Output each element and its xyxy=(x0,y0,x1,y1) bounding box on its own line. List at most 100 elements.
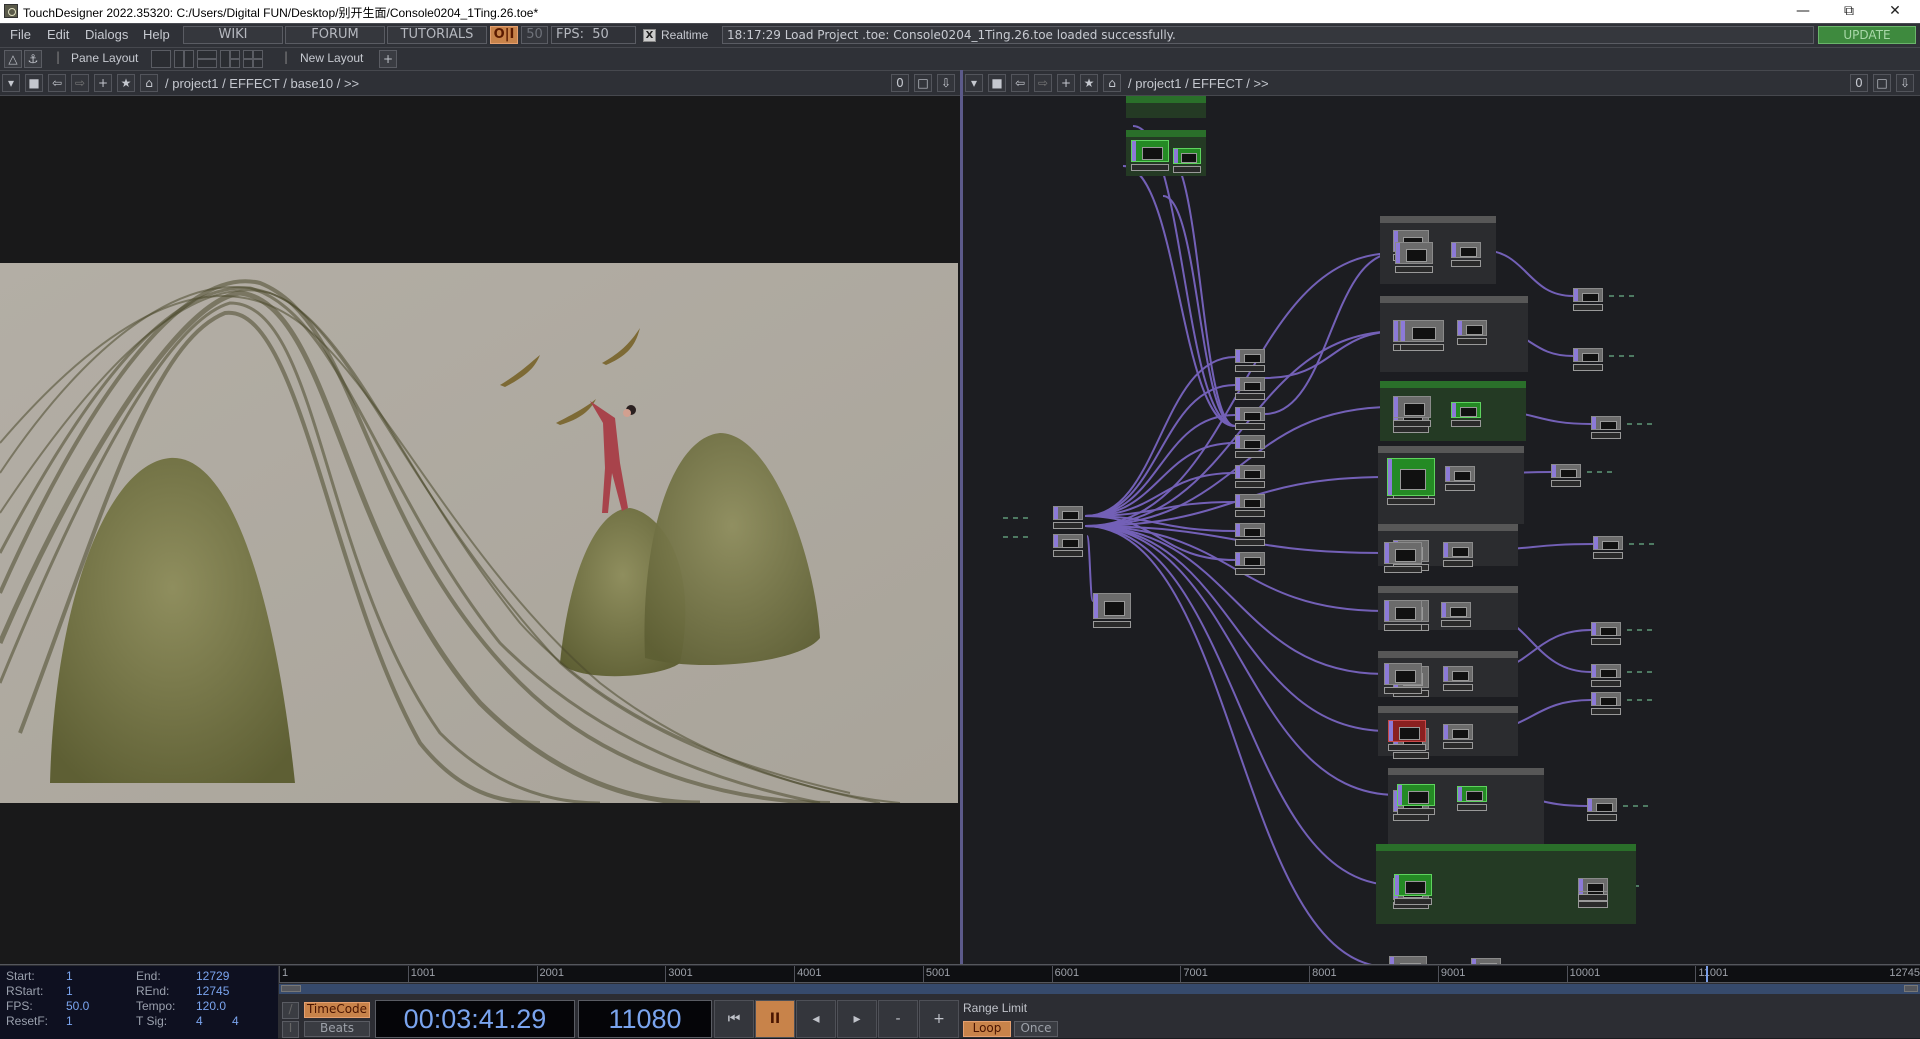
operator-node[interactable] xyxy=(1591,416,1621,440)
node-body[interactable] xyxy=(1053,534,1083,548)
rstart-value[interactable]: 1 xyxy=(66,984,73,998)
forum-link[interactable]: FORUM xyxy=(285,26,385,44)
operator-node[interactable] xyxy=(1551,464,1581,488)
node-label[interactable] xyxy=(1400,344,1444,351)
step-forward-button[interactable]: ▸ xyxy=(837,1000,877,1038)
node-label[interactable] xyxy=(1443,560,1473,567)
operator-node[interactable] xyxy=(1443,724,1473,750)
operator-node[interactable] xyxy=(1445,466,1475,492)
layout-single[interactable] xyxy=(151,50,171,68)
operator-node[interactable] xyxy=(1384,542,1422,574)
node-label[interactable] xyxy=(1443,684,1473,691)
node-label[interactable] xyxy=(1235,539,1265,546)
node-label[interactable] xyxy=(1573,364,1603,371)
node-input-connector[interactable] xyxy=(1401,321,1405,341)
node-label[interactable] xyxy=(1441,620,1471,627)
node-body[interactable] xyxy=(1384,600,1422,622)
node-label[interactable] xyxy=(1578,894,1608,901)
node-label[interactable] xyxy=(1393,420,1431,427)
node-body[interactable] xyxy=(1443,666,1473,682)
node-input-connector[interactable] xyxy=(1054,535,1058,547)
node-label[interactable] xyxy=(1235,568,1265,575)
node-label[interactable] xyxy=(1093,621,1131,628)
node-input-connector[interactable] xyxy=(1385,664,1389,684)
node-input-connector[interactable] xyxy=(1592,623,1596,635)
node-label[interactable] xyxy=(1591,680,1621,687)
fps-value[interactable]: 50.0 xyxy=(66,999,89,1013)
node-input-connector[interactable] xyxy=(1444,667,1448,681)
node-body[interactable] xyxy=(1384,663,1422,685)
node-body[interactable] xyxy=(1451,402,1481,418)
node-input-connector[interactable] xyxy=(1592,693,1596,705)
node-input-connector[interactable] xyxy=(1552,465,1556,477)
node-body[interactable] xyxy=(1573,348,1603,362)
node-input-connector[interactable] xyxy=(1588,799,1592,811)
operator-node[interactable] xyxy=(1235,349,1265,373)
node-label[interactable] xyxy=(1384,624,1422,631)
layout-split-horizontal[interactable] xyxy=(197,50,217,68)
node-input-connector[interactable] xyxy=(1594,537,1598,549)
node-label[interactable] xyxy=(1395,266,1433,273)
update-button[interactable]: UPDATE xyxy=(1818,26,1916,44)
operator-node[interactable] xyxy=(1443,666,1473,692)
menu-down-icon[interactable]: ▾ xyxy=(2,74,20,92)
node-body[interactable] xyxy=(1173,148,1201,164)
node-body[interactable] xyxy=(1395,242,1433,264)
menu-help[interactable]: Help xyxy=(143,27,170,42)
operator-node[interactable] xyxy=(1235,494,1265,518)
node-body[interactable] xyxy=(1457,320,1487,336)
layout-quad[interactable] xyxy=(243,50,263,68)
operator-node[interactable] xyxy=(1451,242,1481,268)
operator-node[interactable] xyxy=(1573,288,1603,312)
node-input-connector[interactable] xyxy=(1452,243,1456,257)
node-label[interactable] xyxy=(1457,804,1487,811)
node-input-connector[interactable] xyxy=(1385,601,1389,621)
node-input-connector[interactable] xyxy=(1458,787,1462,801)
rewind-button[interactable]: ⏮ xyxy=(714,1000,754,1038)
viewer-pane[interactable] xyxy=(0,96,960,964)
node-label[interactable] xyxy=(1235,510,1265,517)
node-input-connector[interactable] xyxy=(1054,507,1058,519)
node-input-connector[interactable] xyxy=(1452,403,1456,417)
node-input-connector[interactable] xyxy=(1390,957,1394,964)
node-body[interactable] xyxy=(1591,692,1621,706)
stop-icon[interactable]: ■ xyxy=(988,74,1006,92)
layout-split-vertical[interactable] xyxy=(174,50,194,68)
node-input-connector[interactable] xyxy=(1458,321,1462,335)
operator-node[interactable] xyxy=(1235,377,1265,401)
scroll-handle-left[interactable] xyxy=(281,985,301,992)
node-body[interactable] xyxy=(1235,377,1265,391)
node-input-connector[interactable] xyxy=(1236,378,1240,390)
node-label[interactable] xyxy=(1591,708,1621,715)
node-input-connector[interactable] xyxy=(1446,467,1450,481)
breadcrumb[interactable]: / project1 / EFFECT / base10 / >> xyxy=(165,76,359,91)
operator-node[interactable] xyxy=(1384,600,1422,632)
node-body[interactable] xyxy=(1441,602,1471,618)
forward-arrow-icon[interactable]: ⇨ xyxy=(1034,74,1052,92)
node-input-connector[interactable] xyxy=(1236,553,1240,565)
operator-node[interactable] xyxy=(1457,320,1487,346)
node-input-connector[interactable] xyxy=(1592,417,1596,429)
tsig-denominator[interactable]: 4 xyxy=(232,1014,239,1028)
node-body[interactable] xyxy=(1235,349,1265,363)
timeline-ruler[interactable]: 1 1001 2001 3001 4001 5001 6001 7001 8001 9001 100… xyxy=(279,966,1920,983)
node-input-connector[interactable] xyxy=(1236,436,1240,448)
node-label[interactable] xyxy=(1587,814,1617,821)
node-label[interactable] xyxy=(1573,304,1603,311)
operator-node[interactable] xyxy=(1384,663,1422,695)
slash-toggle[interactable]: / xyxy=(282,1002,299,1019)
node-label[interactable] xyxy=(1451,420,1481,427)
plus-icon[interactable]: + xyxy=(1057,74,1075,92)
node-label[interactable] xyxy=(1235,423,1265,430)
operator-node[interactable] xyxy=(1451,402,1481,428)
operator-node[interactable] xyxy=(1573,348,1603,372)
node-body[interactable] xyxy=(1393,396,1431,418)
node-label[interactable] xyxy=(1235,481,1265,488)
node-body[interactable] xyxy=(1451,242,1481,258)
plus-icon[interactable]: + xyxy=(94,74,112,92)
rend-value[interactable]: 12745 xyxy=(196,984,229,998)
home-icon[interactable]: ⌂ xyxy=(1103,74,1121,92)
node-body[interactable] xyxy=(1551,464,1581,478)
tutorials-link[interactable]: TUTORIALS xyxy=(387,26,487,44)
wiki-link[interactable]: WIKI xyxy=(183,26,283,44)
